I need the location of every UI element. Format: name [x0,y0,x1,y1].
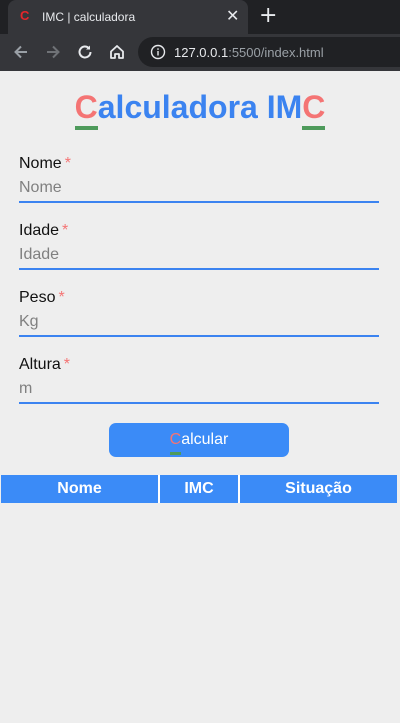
results-table: Nome IMC Situação [1,475,397,503]
tab-title: IMC | calculadora [42,10,136,24]
address-bar[interactable]: 127.0.0.1:5500/index.html [138,37,400,67]
altura-input[interactable] [19,376,379,404]
button-first-letter: C [169,423,181,457]
title-middle: alculadora IM [97,89,303,125]
page-title: Calculadora IMC [0,89,400,130]
page-content: Calculadora IMC Nome* Idade* Peso* Altur… [0,71,400,723]
field-label: Altura * [19,356,71,373]
field-altura: Altura * [19,356,379,404]
forward-icon[interactable] [40,39,66,65]
field-idade: Idade * [19,222,379,270]
required-mark: * [64,155,71,172]
close-tab-icon[interactable]: ✕ [226,6,239,25]
field-label: Idade * [19,222,69,239]
required-mark: * [63,356,71,373]
title-last-letter: C [302,89,326,130]
header-imc: IMC [159,475,240,503]
reload-icon[interactable] [72,39,98,65]
url-host: 127.0.0.1 [174,45,229,60]
required-mark: * [62,222,69,239]
header-situacao: Situação [239,475,397,503]
title-first-letter: C [74,89,98,130]
browser-toolbar: 127.0.0.1:5500/index.html [0,34,400,71]
browser-tab[interactable]: C IMC | calculadora ✕ [8,0,248,34]
browser-tabstrip: C IMC | calculadora ✕ + [0,0,400,34]
button-label-rest: alcular [181,431,229,448]
back-icon[interactable] [8,39,34,65]
favicon-icon: C [20,8,30,23]
url-text[interactable]: 127.0.0.1:5500/index.html [174,45,324,60]
info-icon[interactable] [150,44,166,65]
url-path: :5500/index.html [228,45,324,60]
nome-input[interactable] [19,175,379,203]
idade-input[interactable] [19,242,379,270]
field-label: Peso * [19,289,65,306]
calcular-button[interactable]: Calcular [109,423,289,457]
field-label: Nome * [19,155,71,172]
header-nome: Nome [1,475,160,503]
new-tab-icon[interactable]: + [259,3,277,28]
required-mark: * [58,289,65,306]
home-icon[interactable] [104,39,130,65]
field-nome: Nome * [19,155,379,203]
table-header-row: Nome IMC Situação [1,475,397,503]
peso-input[interactable] [19,309,379,337]
field-peso: Peso * [19,289,379,337]
